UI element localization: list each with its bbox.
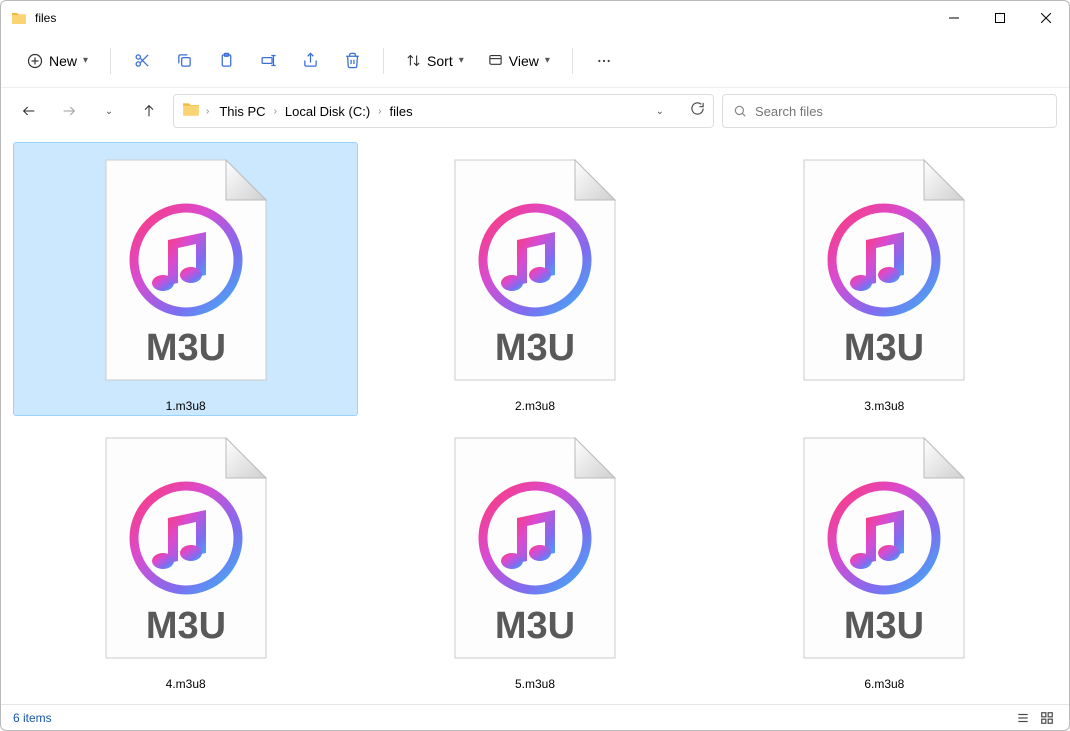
new-label: New bbox=[49, 53, 77, 69]
breadcrumb-part[interactable]: files bbox=[386, 101, 417, 122]
copy-button[interactable] bbox=[165, 42, 203, 80]
arrow-right-icon bbox=[61, 103, 77, 119]
file-name: 1.m3u8 bbox=[166, 399, 206, 413]
view-button[interactable]: View ▾ bbox=[478, 47, 560, 75]
divider bbox=[383, 48, 384, 74]
chevron-down-icon: ▾ bbox=[83, 55, 88, 66]
ellipsis-icon bbox=[596, 53, 612, 69]
cut-button[interactable] bbox=[123, 42, 161, 80]
arrow-left-icon bbox=[21, 103, 37, 119]
chevron-right-icon: › bbox=[206, 106, 209, 117]
sort-label: Sort bbox=[427, 53, 453, 69]
share-icon bbox=[302, 52, 319, 69]
breadcrumb-part[interactable]: This PC bbox=[215, 101, 269, 122]
svg-text:M3U: M3U bbox=[495, 605, 575, 647]
item-count: 6 items bbox=[13, 711, 52, 725]
svg-text:M3U: M3U bbox=[844, 327, 924, 369]
breadcrumb-part[interactable]: Local Disk (C:) bbox=[281, 101, 374, 122]
chevron-right-icon: › bbox=[274, 106, 277, 117]
file-thumbnail: M3U bbox=[405, 145, 665, 395]
svg-text:M3U: M3U bbox=[146, 605, 226, 647]
file-name: 6.m3u8 bbox=[864, 677, 904, 691]
svg-text:M3U: M3U bbox=[495, 327, 575, 369]
scissors-icon bbox=[134, 52, 151, 69]
view-mode-toggles bbox=[1013, 709, 1057, 727]
more-button[interactable] bbox=[585, 42, 623, 80]
file-name: 2.m3u8 bbox=[515, 399, 555, 413]
plus-circle-icon bbox=[27, 53, 43, 69]
trash-icon bbox=[344, 52, 361, 69]
view-icon bbox=[488, 53, 503, 68]
back-button[interactable] bbox=[13, 95, 45, 127]
file-thumbnail: M3U bbox=[56, 145, 316, 395]
paste-icon bbox=[218, 52, 235, 69]
file-item[interactable]: M3U 3.m3u8 bbox=[712, 142, 1057, 416]
file-item[interactable]: M3U 2.m3u8 bbox=[362, 142, 707, 416]
copy-icon bbox=[176, 52, 193, 69]
refresh-button[interactable] bbox=[690, 101, 705, 121]
grid-icon bbox=[1040, 711, 1054, 725]
details-view-button[interactable] bbox=[1013, 709, 1033, 727]
sort-icon bbox=[406, 53, 421, 68]
svg-text:M3U: M3U bbox=[844, 605, 924, 647]
up-button[interactable] bbox=[133, 95, 165, 127]
view-label: View bbox=[509, 53, 539, 69]
file-thumbnail: M3U bbox=[405, 423, 665, 673]
title-bar: files bbox=[1, 1, 1069, 34]
share-button[interactable] bbox=[291, 42, 329, 80]
folder-icon bbox=[182, 100, 200, 123]
chevron-down-icon: ▾ bbox=[545, 55, 550, 66]
file-item[interactable]: M3U 5.m3u8 bbox=[362, 420, 707, 694]
file-thumbnail: M3U bbox=[754, 145, 1014, 395]
status-bar: 6 items bbox=[1, 704, 1069, 730]
chevron-down-icon: ⌄ bbox=[105, 106, 113, 117]
arrow-up-icon bbox=[141, 103, 157, 119]
breadcrumb: This PC › Local Disk (C:) › files bbox=[215, 101, 649, 122]
file-thumbnail: M3U bbox=[754, 423, 1014, 673]
recent-button[interactable]: ⌄ bbox=[93, 95, 125, 127]
file-name: 5.m3u8 bbox=[515, 677, 555, 691]
close-button[interactable] bbox=[1023, 1, 1069, 34]
search-box[interactable] bbox=[722, 94, 1057, 128]
thumbnails-view-button[interactable] bbox=[1037, 709, 1057, 727]
file-name: 4.m3u8 bbox=[166, 677, 206, 691]
rename-button[interactable] bbox=[249, 42, 287, 80]
file-item[interactable]: M3U 4.m3u8 bbox=[13, 420, 358, 694]
sort-button[interactable]: Sort ▾ bbox=[396, 47, 474, 75]
file-item[interactable]: M3U 6.m3u8 bbox=[712, 420, 1057, 694]
new-button[interactable]: New ▾ bbox=[17, 47, 98, 75]
nav-bar: ⌄ › This PC › Local Disk (C:) › files ⌄ bbox=[1, 88, 1069, 134]
paste-button[interactable] bbox=[207, 42, 245, 80]
search-input[interactable] bbox=[755, 104, 1046, 119]
file-name: 3.m3u8 bbox=[864, 399, 904, 413]
file-grid: M3U 1.m3u8 M3U 2.m3u8 bbox=[1, 134, 1069, 704]
minimize-button[interactable] bbox=[931, 1, 977, 34]
window-controls bbox=[931, 1, 1069, 34]
divider bbox=[110, 48, 111, 74]
chevron-down-icon: ▾ bbox=[459, 55, 464, 66]
divider bbox=[572, 48, 573, 74]
address-bar[interactable]: › This PC › Local Disk (C:) › files ⌄ bbox=[173, 94, 714, 128]
rename-icon bbox=[260, 52, 277, 69]
delete-button[interactable] bbox=[333, 42, 371, 80]
file-item[interactable]: M3U 1.m3u8 bbox=[13, 142, 358, 416]
svg-text:M3U: M3U bbox=[146, 327, 226, 369]
window-title: files bbox=[35, 11, 931, 25]
chevron-down-icon[interactable]: ⌄ bbox=[656, 106, 664, 117]
search-icon bbox=[733, 104, 747, 118]
list-icon bbox=[1016, 711, 1030, 725]
file-thumbnail: M3U bbox=[56, 423, 316, 673]
chevron-right-icon: › bbox=[378, 106, 381, 117]
forward-button[interactable] bbox=[53, 95, 85, 127]
folder-icon bbox=[11, 10, 27, 26]
toolbar: New ▾ Sort ▾ View ▾ bbox=[1, 34, 1069, 88]
maximize-button[interactable] bbox=[977, 1, 1023, 34]
refresh-icon bbox=[690, 101, 705, 116]
